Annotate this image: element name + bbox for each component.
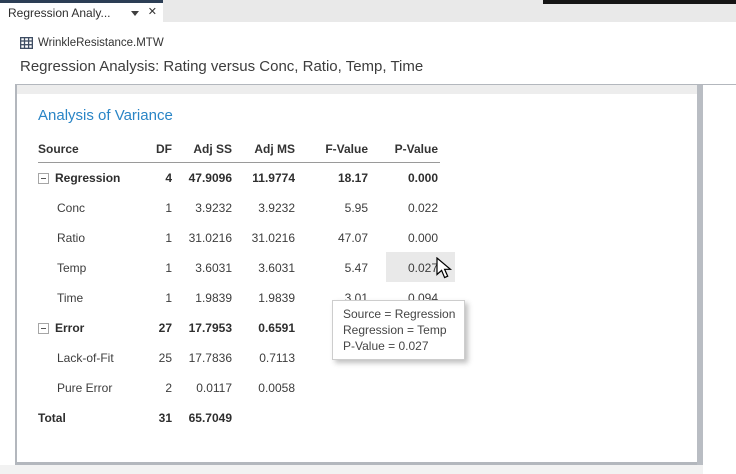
cell-adj_ss[interactable]: 31.0216 bbox=[178, 223, 232, 253]
cell-p[interactable]: 0.000 bbox=[373, 163, 438, 193]
column-header-adjms: Adj MS bbox=[238, 137, 295, 162]
cell-f[interactable]: 5.47 bbox=[303, 253, 368, 283]
cell-f[interactable]: 5.95 bbox=[303, 193, 368, 223]
column-header-adjss: Adj SS bbox=[178, 137, 232, 162]
cell-source[interactable]: Temp bbox=[57, 253, 86, 283]
cell-adj_ms[interactable]: 0.7113 bbox=[238, 343, 295, 373]
tooltip-line-pvalue: P-Value = 0.027 bbox=[343, 338, 454, 354]
source-label: Error bbox=[55, 321, 84, 335]
cell-adj_ss[interactable]: 17.7836 bbox=[178, 343, 232, 373]
table-row-conc: Conc13.92323.92325.950.022 bbox=[38, 193, 440, 223]
cell-df[interactable]: 31 bbox=[138, 403, 172, 433]
cell-df[interactable]: 1 bbox=[138, 193, 172, 223]
source-label: Total bbox=[38, 411, 66, 425]
cell-source[interactable]: Total bbox=[38, 403, 66, 433]
source-label: Time bbox=[57, 291, 83, 305]
column-header-df: DF bbox=[138, 137, 172, 162]
section-heading: Analysis of Variance bbox=[38, 107, 173, 124]
cell-p[interactable]: 0.022 bbox=[373, 193, 438, 223]
cell-adj_ss[interactable]: 65.7049 bbox=[178, 403, 232, 433]
table-row-regression: Regression 447.909611.9774 18.170.000 bbox=[38, 163, 440, 193]
column-header-fvalue: F-Value bbox=[303, 137, 368, 162]
cell-df[interactable]: 1 bbox=[138, 283, 172, 313]
mouse-cursor-icon bbox=[436, 257, 454, 286]
cell-source[interactable]: Time bbox=[57, 283, 83, 313]
source-label: Lack-of-Fit bbox=[57, 351, 114, 365]
vertical-scrollbar[interactable] bbox=[697, 85, 703, 465]
source-label: Regression bbox=[55, 171, 120, 185]
cell-df[interactable]: 2 bbox=[138, 373, 172, 403]
tooltip-line-term: Regression = Temp bbox=[343, 322, 454, 338]
worksheet-name: WrinkleResistance.MTW bbox=[38, 37, 164, 49]
cell-f[interactable]: 18.17 bbox=[303, 163, 368, 193]
collapse-icon[interactable] bbox=[38, 323, 49, 334]
cell-df[interactable]: 1 bbox=[138, 253, 172, 283]
cell-source[interactable]: Conc bbox=[57, 193, 85, 223]
cell-tooltip: Source = Regression Regression = Temp P-… bbox=[332, 300, 465, 360]
column-header-pvalue: P-Value bbox=[373, 137, 438, 162]
table-row-ratio: Ratio131.021631.021647.070.000 bbox=[38, 223, 440, 253]
worksheet-link[interactable]: WrinkleResistance.MTW bbox=[20, 37, 164, 49]
cell-adj_ss[interactable]: 0.0117 bbox=[178, 373, 232, 403]
cell-df[interactable]: 1 bbox=[138, 223, 172, 253]
cell-p[interactable]: 0.027 bbox=[373, 253, 438, 283]
cell-adj_ms[interactable]: 0.6591 bbox=[238, 313, 295, 343]
cell-adj_ms[interactable]: 1.9839 bbox=[238, 283, 295, 313]
source-label: Conc bbox=[57, 201, 85, 215]
table-row-total: Total 3165.7049 bbox=[38, 403, 440, 433]
panel-border-left bbox=[15, 84, 17, 465]
cell-adj_ss[interactable]: 47.9096 bbox=[178, 163, 232, 193]
column-header-source: Source bbox=[38, 137, 79, 162]
cell-df[interactable]: 25 bbox=[138, 343, 172, 373]
cell-adj_ms[interactable]: 11.9774 bbox=[238, 163, 295, 193]
table-row-temp: Temp13.60313.60315.470.027 bbox=[38, 253, 440, 283]
tab-title: Regression Analy... bbox=[8, 6, 127, 20]
cell-source[interactable]: Regression bbox=[38, 163, 120, 193]
cell-adj_ss[interactable]: 3.9232 bbox=[178, 193, 232, 223]
cell-adj_ss[interactable]: 17.7953 bbox=[178, 313, 232, 343]
cell-p[interactable]: 0.000 bbox=[373, 223, 438, 253]
collapse-icon[interactable] bbox=[38, 173, 49, 184]
cell-adj_ss[interactable]: 1.9839 bbox=[178, 283, 232, 313]
cell-adj_ms[interactable]: 3.6031 bbox=[238, 253, 295, 283]
source-label: Pure Error bbox=[57, 381, 112, 395]
cell-adj_ss[interactable]: 3.6031 bbox=[178, 253, 232, 283]
source-label: Temp bbox=[57, 261, 86, 275]
top-dark-strip bbox=[543, 0, 736, 4]
cell-adj_ms[interactable]: 0.0058 bbox=[238, 373, 295, 403]
minitab-output-window: Regression Analy... ✕ WrinkleResistance.… bbox=[0, 0, 736, 474]
cell-source[interactable]: Ratio bbox=[57, 223, 85, 253]
page-title: Regression Analysis: Rating versus Conc,… bbox=[20, 58, 423, 75]
cell-adj_ms[interactable]: 3.9232 bbox=[238, 193, 295, 223]
anova-table-body: Regression 447.909611.9774 18.170.000 Conc 1… bbox=[38, 163, 440, 433]
cell-source[interactable]: Lack-of-Fit bbox=[57, 343, 114, 373]
cell-df[interactable]: 4 bbox=[138, 163, 172, 193]
cell-f[interactable]: 47.07 bbox=[303, 223, 368, 253]
chevron-down-icon[interactable] bbox=[131, 11, 139, 16]
cell-adj_ms[interactable]: 31.0216 bbox=[238, 223, 295, 253]
output-tab[interactable]: Regression Analy... ✕ bbox=[0, 3, 163, 22]
table-row-pure-error: Pure Error 20.01170.0058 bbox=[38, 373, 440, 403]
tooltip-line-source: Source = Regression bbox=[343, 306, 454, 322]
source-label: Ratio bbox=[57, 231, 85, 245]
panel-inner-strip bbox=[17, 85, 697, 94]
cell-source[interactable]: Pure Error bbox=[57, 373, 112, 403]
cell-df[interactable]: 27 bbox=[138, 313, 172, 343]
worksheet-grid-icon bbox=[20, 37, 33, 49]
page-background-strip bbox=[0, 465, 703, 474]
anova-table-header: Source DF Adj SS Adj MS F-Value P-Value bbox=[38, 137, 440, 163]
close-icon[interactable]: ✕ bbox=[148, 3, 157, 22]
cell-source[interactable]: Error bbox=[38, 313, 84, 343]
